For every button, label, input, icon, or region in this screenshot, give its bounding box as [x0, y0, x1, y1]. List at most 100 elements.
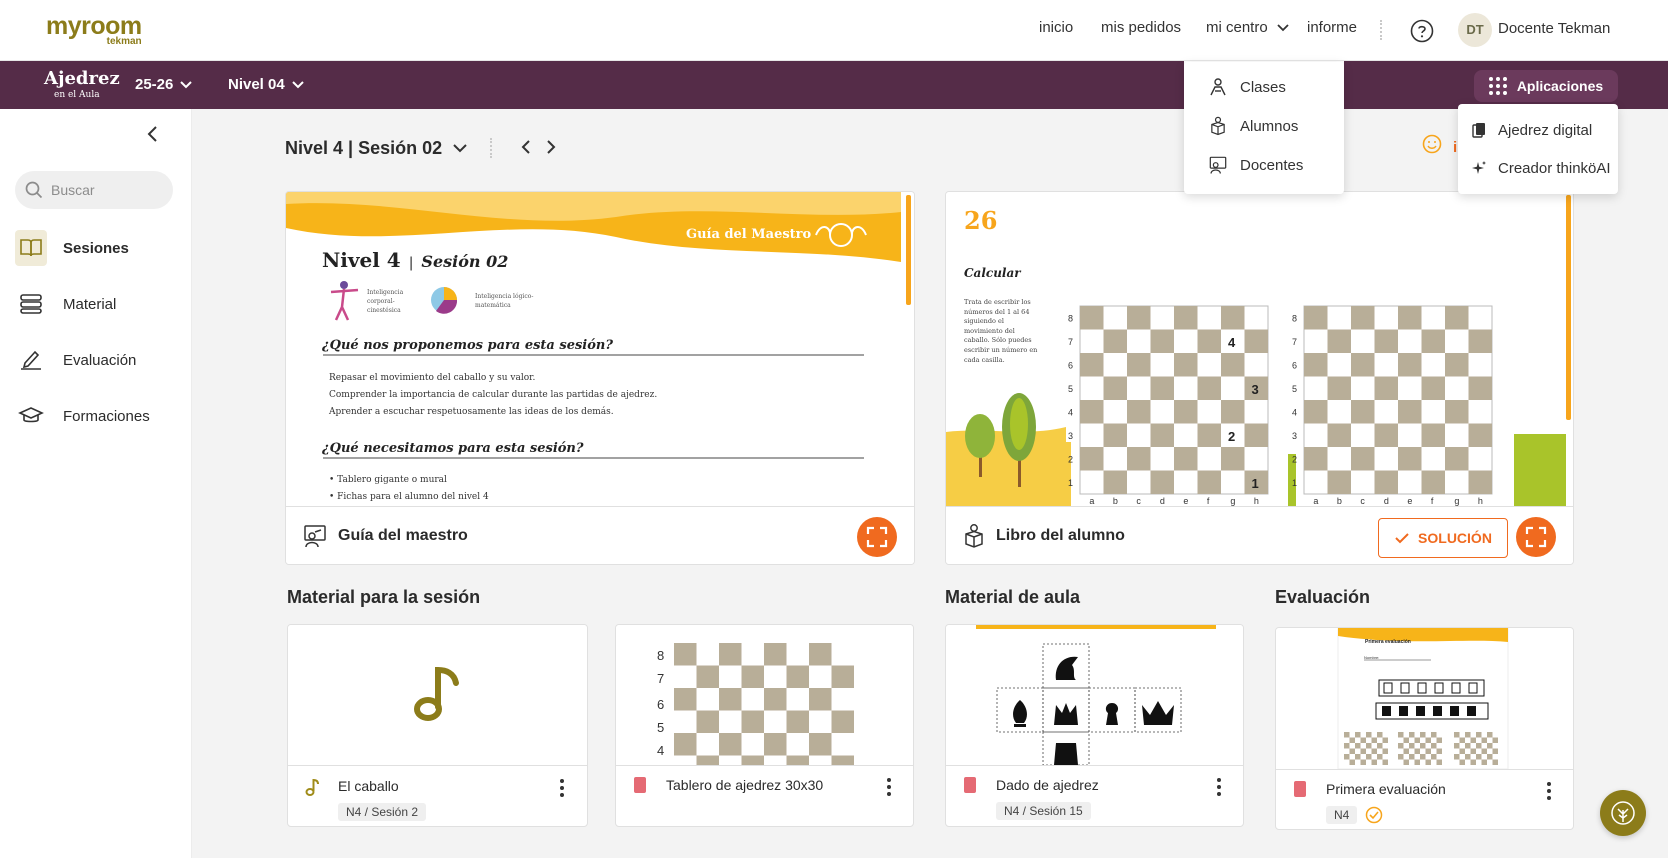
board-square: [1421, 470, 1445, 494]
board-square: [1174, 400, 1198, 424]
guide-card-footer: Guía del maestro: [286, 506, 914, 564]
board-square: [1304, 447, 1328, 471]
doc-question-2-lines: • Tablero gigante o mural • Fichas para …: [329, 472, 489, 506]
book-icon: [15, 230, 47, 266]
nav-separator: [1380, 20, 1382, 40]
menu-item-creador-thinkoai[interactable]: Creador thinköAI: [1458, 153, 1618, 183]
doc-line: • Tablero gigante o mural: [329, 475, 447, 485]
menu-item-docentes[interactable]: Docentes: [1184, 150, 1344, 180]
student-fullscreen-button[interactable]: [1516, 517, 1556, 557]
board-square: [809, 643, 832, 666]
mini-board-square: [1382, 748, 1388, 754]
menu-item-ajedrez-digital[interactable]: Ajedrez digital: [1458, 115, 1618, 145]
mini-board-square: [1492, 759, 1498, 765]
mini-board-square: [1454, 743, 1460, 749]
sidebar-item-sesiones[interactable]: Sesiones: [15, 230, 185, 266]
classes-icon: [1210, 78, 1226, 96]
menu-item-clases[interactable]: Clases: [1184, 72, 1344, 102]
rank-label: 5: [1292, 384, 1297, 394]
more-options-icon[interactable]: [1217, 778, 1221, 799]
doc-question-1: ¿Qué nos proponemos para esta sesión?: [322, 338, 613, 353]
mini-board-square: [1436, 759, 1442, 765]
help-icon[interactable]: [1410, 19, 1434, 43]
guide-card[interactable]: Guía del Maestro Nivel 4 | Sesión 02 Int…: [285, 191, 915, 565]
section-title-evaluacion: Evaluación: [1275, 587, 1371, 607]
chessboard-thumbnail: 8 7 6 5 4: [646, 625, 886, 765]
board-square: [1351, 447, 1375, 471]
more-options-icon[interactable]: [887, 778, 891, 799]
ajedrez-logo[interactable]: Ajedrez en el Aula: [44, 68, 120, 100]
sidebar-item-evaluacion[interactable]: Evaluación: [15, 342, 185, 378]
menu-item-label: Creador thinköAI: [1498, 159, 1611, 177]
doc-question-1-lines: Repasar el movimiento del caballo y su v…: [329, 370, 657, 421]
section-title-material-aula: Material de aula: [945, 587, 1081, 607]
collapse-sidebar-icon[interactable]: [146, 124, 160, 144]
board-square: [1221, 447, 1245, 471]
guide-fullscreen-button[interactable]: [857, 517, 897, 557]
mini-board-square: [1360, 737, 1366, 743]
tree-emblem-icon: [1611, 801, 1635, 825]
rank-label: 5: [1068, 384, 1073, 394]
doc-line: Aprender a escuchar respetuosamente las …: [329, 407, 614, 417]
mini-board-square: [1476, 743, 1482, 749]
material-card-el-caballo[interactable]: El caballo N4 / Sesión 2: [287, 624, 588, 827]
rank-label: 1: [1292, 478, 1297, 488]
rank-label: 2: [1068, 454, 1073, 464]
mini-board-square: [1377, 743, 1383, 749]
material-title: Tablero de ajedrez 30x30: [666, 777, 824, 793]
nav-mi-centro-label: mi centro: [1206, 19, 1268, 36]
myroom-logo[interactable]: myroom tekman: [46, 14, 142, 48]
material-card-primera-evaluacion[interactable]: Primera evaluación Nombre: Primera evalu…: [1275, 627, 1574, 830]
next-session-icon[interactable]: [545, 139, 557, 155]
chevron-down-icon: [180, 80, 193, 88]
mini-board-square: [1344, 732, 1350, 738]
student-book-card[interactable]: 87654321abcdefgh4321 87654321abcdefgh 26…: [945, 191, 1574, 565]
sidebar-item-material[interactable]: Material: [15, 286, 185, 322]
student-icon: [1211, 116, 1225, 136]
user-name[interactable]: Docente Tekman: [1498, 20, 1610, 37]
board-square: [1103, 376, 1127, 400]
fullscreen-icon: [1525, 526, 1547, 548]
board-square: [674, 733, 697, 756]
material-card-dado[interactable]: Dado de ajedrez N4 / Sesión 15: [945, 624, 1244, 827]
session-chevron-down-icon[interactable]: [452, 142, 468, 154]
smile-icon[interactable]: [1422, 134, 1442, 154]
menu-item-alumnos[interactable]: Alumnos: [1184, 111, 1344, 141]
avatar[interactable]: DT: [1458, 13, 1492, 47]
board-square: [1421, 376, 1445, 400]
more-options-icon[interactable]: [560, 779, 564, 800]
rank-label: 4: [1068, 407, 1073, 417]
previous-session-icon[interactable]: [520, 139, 532, 155]
apps-button[interactable]: Aplicaciones: [1474, 70, 1618, 102]
nav-inicio[interactable]: inicio: [1039, 19, 1073, 36]
board-square: [809, 688, 832, 711]
nav-informe[interactable]: informe: [1307, 19, 1357, 36]
search-input[interactable]: Buscar: [15, 171, 173, 209]
page-heading: Calcular: [964, 266, 1021, 280]
file-label: d: [1160, 496, 1165, 506]
year-select[interactable]: 25-26: [135, 76, 193, 93]
rank-label: 1: [1068, 478, 1073, 488]
partial-link[interactable]: i: [1453, 139, 1457, 156]
board-square: [786, 665, 809, 688]
mini-board-square: [1459, 748, 1465, 754]
more-options-icon[interactable]: [1547, 782, 1551, 803]
file-label: a: [1313, 496, 1318, 506]
sidebar-item-formaciones[interactable]: Formaciones: [15, 398, 185, 434]
board-square: [1244, 329, 1268, 353]
board-square: [1127, 447, 1151, 471]
mini-board-square: [1349, 737, 1355, 743]
music-note-icon: [305, 778, 319, 796]
search-placeholder: Buscar: [51, 182, 95, 198]
material-card-tablero[interactable]: 8 7 6 5 4 Tablero de ajedrez 30x30: [615, 624, 914, 827]
rank-label: 8: [1068, 313, 1073, 323]
nav-mi-centro[interactable]: mi centro: [1206, 19, 1290, 36]
solution-button[interactable]: SOLUCIÓN: [1378, 518, 1508, 558]
level-select-value: Nivel 04: [228, 76, 285, 93]
mini-board-square: [1487, 754, 1493, 760]
material-tag: N4: [1326, 806, 1358, 824]
board-square: [719, 733, 742, 756]
level-select[interactable]: Nivel 04: [228, 76, 305, 93]
nav-mis-pedidos[interactable]: mis pedidos: [1101, 19, 1181, 36]
assistant-button[interactable]: [1600, 790, 1646, 836]
